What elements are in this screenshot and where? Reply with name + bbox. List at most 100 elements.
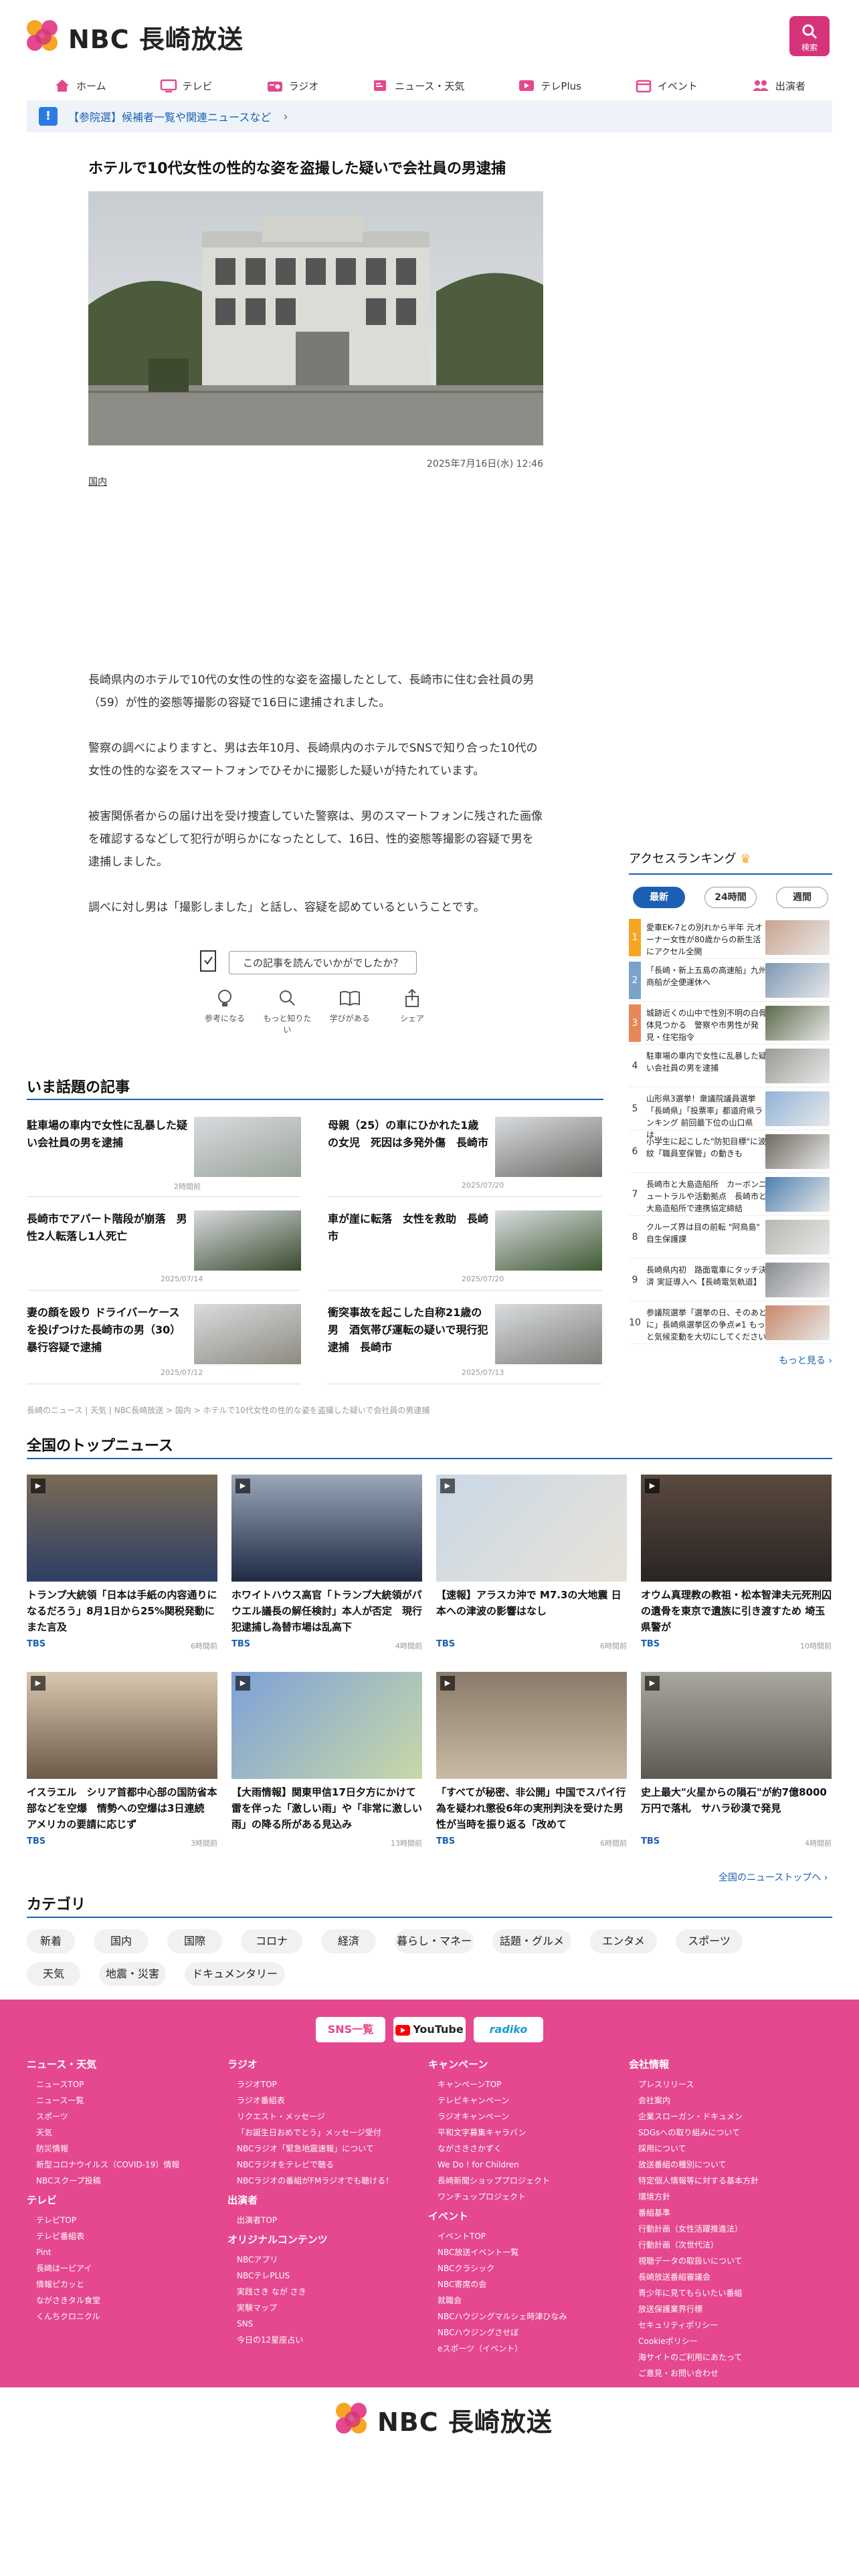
footer-link[interactable]: 行動計画（次世代法） <box>629 2237 823 2253</box>
footer-link[interactable]: Pint <box>27 2244 221 2260</box>
nav-news[interactable]: ニュース・天気 <box>372 78 464 93</box>
footer-link[interactable]: SDGsへの取り組みについて <box>629 2125 823 2141</box>
footer-link[interactable]: NBCラジオの番組がFMラジオでも聴ける！ <box>227 2173 421 2189</box>
category-chip[interactable]: 国内 <box>94 1929 149 1953</box>
ranking-item[interactable]: 5 山形県3選挙！衆議院議員選挙「長崎県」「投票率」都道府県ランキング 前回最下位… <box>629 1087 832 1140</box>
footer-link[interactable]: 番組基準 <box>629 2205 823 2221</box>
footer-link[interactable]: リクエスト・メッセージ <box>227 2109 421 2125</box>
footer-link[interactable]: We Do ! for Children <box>428 2157 622 2173</box>
footer-link[interactable]: NBCラジオをテレビで聴る <box>227 2157 421 2173</box>
ranking-item[interactable]: 6 小学生に起こした"防犯目標"に波紋「職員室保管」の動きも <box>629 1130 832 1173</box>
footer-link[interactable]: Cookieポリシー <box>629 2333 823 2349</box>
article-category-link[interactable]: 国内 <box>88 475 107 488</box>
news-card[interactable]: ▶ オウム真理教の教祖・松本智津夫元死刑囚の遺骨を東京で遺族に引き渡すため 埼玉県… <box>641 1475 832 1655</box>
footer-link[interactable]: NBC寄席の会 <box>428 2276 622 2292</box>
footer-link[interactable]: SNS <box>227 2316 421 2332</box>
footer-link[interactable]: NBCスクープ投稿 <box>27 2173 221 2189</box>
category-chip[interactable]: 天気 <box>27 1962 80 1986</box>
footer-link[interactable]: 採用について <box>629 2141 823 2157</box>
footer-link[interactable]: 青少年に見てもらいたい番組 <box>629 2285 823 2301</box>
footer-link[interactable]: スポーツ <box>27 2109 221 2125</box>
topic-item[interactable]: 駐車場の車内で女性に乱暴した疑い会社員の男を逮捕 2時間前 <box>27 1117 301 1197</box>
topic-item[interactable]: 母親（25）の車にひかれた1歳の女児 死因は多発外傷 長崎市 2025/07/20 <box>328 1117 602 1197</box>
national-more-link[interactable]: 全国のニューストップへ › <box>719 1870 828 1884</box>
category-chip[interactable]: 話題・グルメ <box>492 1929 571 1953</box>
ranking-item[interactable]: 7 長崎市と大島造船所 カーボンニュートラルや活動拠点 長崎市と大島造船所で連携協… <box>629 1173 832 1216</box>
share-button[interactable]: シェア <box>385 988 439 1035</box>
ranking-item[interactable]: 3 城跡近くの山中で性別不明の白骨体見つかる 警察や市男性が発見・住宅指令 <box>629 1002 832 1045</box>
footer-link[interactable]: 出演者TOP <box>227 2212 421 2228</box>
category-chip[interactable]: 国際 <box>167 1929 222 1953</box>
news-card[interactable]: ▶ 【大雨情報】関東甲信17日夕方にかけて雷を伴った「激しい雨」や「非常に激しい雨… <box>231 1672 422 1852</box>
footer-link[interactable]: テレビ番組表 <box>27 2228 221 2244</box>
news-card[interactable]: ▶ ホワイトハウス高官「トランプ大統領がパウエル議長の解任検討」本人が否定 現行犯… <box>231 1475 422 1655</box>
category-chip[interactable]: コロナ <box>241 1929 302 1953</box>
footer-link[interactable]: 放送保護業界行標 <box>629 2301 823 2317</box>
footer-link[interactable]: NBCハウジングマルシェ時津ひなみ <box>428 2309 622 2325</box>
footer-link[interactable]: 会社案内 <box>629 2092 823 2109</box>
footer-link[interactable]: 実践さき なが さき <box>227 2284 421 2300</box>
footer-link[interactable]: NBCテレPLUS <box>227 2268 421 2284</box>
ranking-item[interactable]: 1 愛車EK-7との別れから半年 元オーナー女性が80歳からの新生活にアクセル全開 <box>629 916 832 959</box>
footer-link[interactable]: 放送番組の種別について <box>629 2157 823 2173</box>
ranking-item[interactable]: 8 クルーズ界は目の前転 "阿鳥島" 自生保護課 <box>629 1216 832 1259</box>
category-chip[interactable]: エンタメ <box>590 1929 657 1953</box>
footer-link[interactable]: 長崎は一ピアイ <box>27 2260 221 2276</box>
footer-link[interactable]: eスポーツ（イベント） <box>428 2341 622 2357</box>
election-notice[interactable]: ! 【参院選】候補者一覧や関連ニュースなど › <box>27 100 832 132</box>
news-card[interactable]: ▶ イスラエル シリア首都中心部の国防省本部などを空爆 情勢への空爆は3日連続 ア… <box>27 1672 217 1852</box>
footer-link[interactable]: キャンペーンTOP <box>428 2076 622 2092</box>
footer-link[interactable]: ながさきさかずく <box>428 2141 622 2157</box>
footer-link[interactable]: 特定個人情報等に対する基本方針 <box>629 2173 823 2189</box>
footer-logo[interactable]: NBC 長崎放送 <box>336 2399 553 2440</box>
ranking-item[interactable]: 4 駐車場の車内で女性に乱暴した疑い会社員の男を逮捕 <box>629 1045 832 1087</box>
footer-link[interactable]: NBCラジオ「緊急地震速報」について <box>227 2141 421 2157</box>
footer-link[interactable]: 防災情報 <box>27 2141 221 2157</box>
react-more-button[interactable]: もっと知りたい <box>260 988 314 1035</box>
footer-link[interactable]: セキュリティポリシー <box>629 2317 823 2333</box>
footer-link[interactable]: ご意見・お問い合わせ <box>629 2365 823 2381</box>
footer-link[interactable]: 行動計画（女性活躍推進法） <box>629 2221 823 2237</box>
footer-link[interactable]: ながさきタル食堂 <box>27 2292 221 2309</box>
footer-link[interactable]: 就職会 <box>428 2292 622 2309</box>
footer-link[interactable]: 長崎放送番組審議会 <box>629 2269 823 2285</box>
search-button[interactable]: 検索 <box>789 16 830 56</box>
category-chip[interactable]: スポーツ <box>676 1929 743 1953</box>
footer-link[interactable]: 今日の12星座占い <box>227 2332 421 2348</box>
footer-link[interactable]: ニュース一覧 <box>27 2092 221 2109</box>
ranking-item[interactable]: 9 長崎県内初 路面電車にタッチ決済 実証導入へ【長崎電気軌道】 <box>629 1259 832 1301</box>
ranking-item[interactable]: 10 参議院選挙「選挙の日、そのあとに」長崎県選挙区の争点≠1 もっと気候変動を大… <box>629 1301 832 1344</box>
footer-link[interactable]: 企業スローガン・ドキュメン <box>629 2109 823 2125</box>
footer-link[interactable]: プレスリリース <box>629 2076 823 2092</box>
ranking-item[interactable]: 2 「長崎・新上五島の高速船」九州商船が全便運休へ <box>629 959 832 1002</box>
nav-cast[interactable]: 出演者 <box>751 78 805 93</box>
footer-link[interactable]: 天気 <box>27 2125 221 2141</box>
footer-link[interactable]: 情報ピカッと <box>27 2276 221 2292</box>
footer-link[interactable]: テレビキャンペーン <box>428 2092 622 2109</box>
sns-list-button[interactable]: SNS一覧 <box>316 2017 385 2042</box>
news-card[interactable]: ▶ 「すべてが秘密、非公開」中国でスパイ行為を疑われ懲役6年の実刑判決を受けた男性… <box>436 1672 627 1852</box>
category-chip[interactable]: 経済 <box>321 1929 376 1953</box>
nav-teleplus[interactable]: テレPlus <box>518 78 581 93</box>
react-learn-button[interactable]: 学びがある <box>323 988 377 1035</box>
footer-link[interactable]: 「お誕生日おめでとう」メッセージ受付 <box>227 2125 421 2141</box>
footer-link[interactable]: ラジオキャンペーン <box>428 2109 622 2125</box>
footer-link[interactable]: 新型コロナウイルス（COVID-19）情報 <box>27 2157 221 2173</box>
youtube-button[interactable]: YouTube <box>393 2017 466 2042</box>
topic-item[interactable]: 車が崖に転落 女性を救助 長崎市 2025/07/20 <box>328 1210 602 1291</box>
footer-link[interactable]: 海サイトのご利用にあたって <box>629 2349 823 2365</box>
nav-home[interactable]: ホーム <box>54 78 106 93</box>
ranking-tab-latest[interactable]: 最新 <box>633 887 685 908</box>
footer-link[interactable]: ニュースTOP <box>27 2076 221 2092</box>
topic-item[interactable]: 衝突事故を起こした自称21歳の男 酒気帯び運転の疑いで現行犯逮捕 長崎市 2025… <box>328 1304 602 1384</box>
footer-link[interactable]: NBCクラシック <box>428 2260 622 2276</box>
ranking-more-link[interactable]: もっと見る › <box>629 1354 832 1367</box>
category-chip[interactable]: ドキュメンタリー <box>185 1962 285 1986</box>
topic-item[interactable]: 長崎市でアパート階段が崩落 男性2人転落し1人死亡 2025/07/14 <box>27 1210 301 1291</box>
category-chip[interactable]: 地震・災害 <box>99 1962 166 1986</box>
category-chip[interactable]: 新着 <box>27 1929 75 1953</box>
footer-link[interactable]: 視聴データの取扱いについて <box>629 2253 823 2269</box>
footer-link[interactable]: イベントTOP <box>428 2228 622 2244</box>
news-card[interactable]: ▶ 史上最大"火星からの隕石"が約7億8000万円で落札 サハラ砂漠で発見 TBS 4… <box>641 1672 832 1852</box>
category-chip[interactable]: 暮らし・マネー <box>395 1929 474 1953</box>
